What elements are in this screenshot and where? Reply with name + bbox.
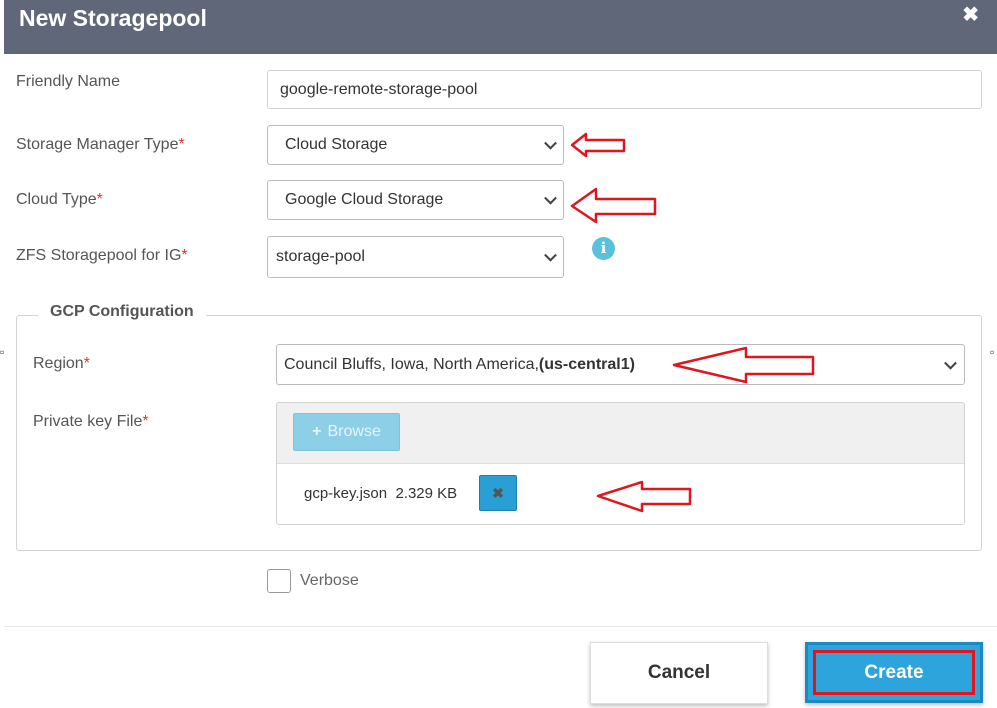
dialog-header: New Storagepool ✖	[4, 0, 997, 54]
file-size: 2.329 KB	[395, 485, 458, 502]
create-button[interactable]: Create	[805, 642, 983, 703]
dialog-title: New Storagepool	[19, 5, 207, 31]
info-icon[interactable]: i	[592, 237, 615, 260]
cloud-type-select[interactable]: Google Cloud Storage	[267, 180, 564, 220]
region-value: Council Bluffs, Iowa, North America,(us-…	[284, 355, 635, 373]
annotation-arrow-icon	[596, 480, 692, 513]
annotation-arrow-icon	[570, 132, 626, 158]
plus-icon: +	[312, 423, 322, 440]
close-icon[interactable]: ✖	[962, 2, 979, 27]
browse-label: Browse	[327, 423, 381, 440]
remove-file-button[interactable]: ✖	[479, 475, 517, 511]
edge-marker: ▫	[990, 345, 995, 359]
storage-manager-type-label: Storage Manager Type*	[16, 136, 185, 153]
chevron-down-icon	[544, 248, 557, 262]
browse-button[interactable]: + Browse	[293, 413, 400, 451]
zfs-storagepool-select[interactable]: storage-pool	[267, 236, 564, 278]
friendly-name-value: google-remote-storage-pool	[280, 80, 478, 98]
cancel-button[interactable]: Cancel	[590, 642, 768, 704]
zfs-storagepool-label: ZFS Storagepool for IG*	[16, 247, 188, 264]
cloud-type-label: Cloud Type*	[16, 191, 103, 208]
footer-divider	[4, 626, 997, 627]
friendly-name-label: Friendly Name	[16, 73, 121, 90]
cloud-type-value: Google Cloud Storage	[285, 191, 444, 208]
chevron-down-icon	[544, 136, 557, 150]
chevron-down-icon	[944, 356, 957, 370]
verbose-label: Verbose	[300, 572, 359, 589]
edge-marker: ▫	[0, 345, 5, 359]
remove-icon: ✖	[492, 484, 504, 501]
annotation-arrow-icon	[570, 187, 657, 224]
file-name: gcp-key.json	[304, 485, 388, 502]
region-select[interactable]: Council Bluffs, Iowa, North America,(us-…	[276, 344, 965, 385]
verbose-checkbox[interactable]	[267, 569, 291, 593]
storage-manager-type-select[interactable]: Cloud Storage	[267, 125, 564, 165]
region-label: Region*	[33, 355, 90, 372]
annotation-arrow-icon	[672, 346, 815, 384]
gcp-configuration-legend: GCP Configuration	[38, 303, 206, 321]
storage-manager-type-value: Cloud Storage	[285, 136, 388, 153]
friendly-name-input[interactable]: google-remote-storage-pool	[267, 70, 982, 109]
uploaded-file: gcp-key.json 2.329 KB	[304, 485, 457, 502]
uploader-toolbar: + Browse	[277, 403, 964, 464]
create-button-label: Create	[813, 650, 975, 695]
zfs-storagepool-value: storage-pool	[276, 248, 365, 265]
private-key-label: Private key File*	[33, 413, 149, 430]
chevron-down-icon	[544, 191, 557, 205]
